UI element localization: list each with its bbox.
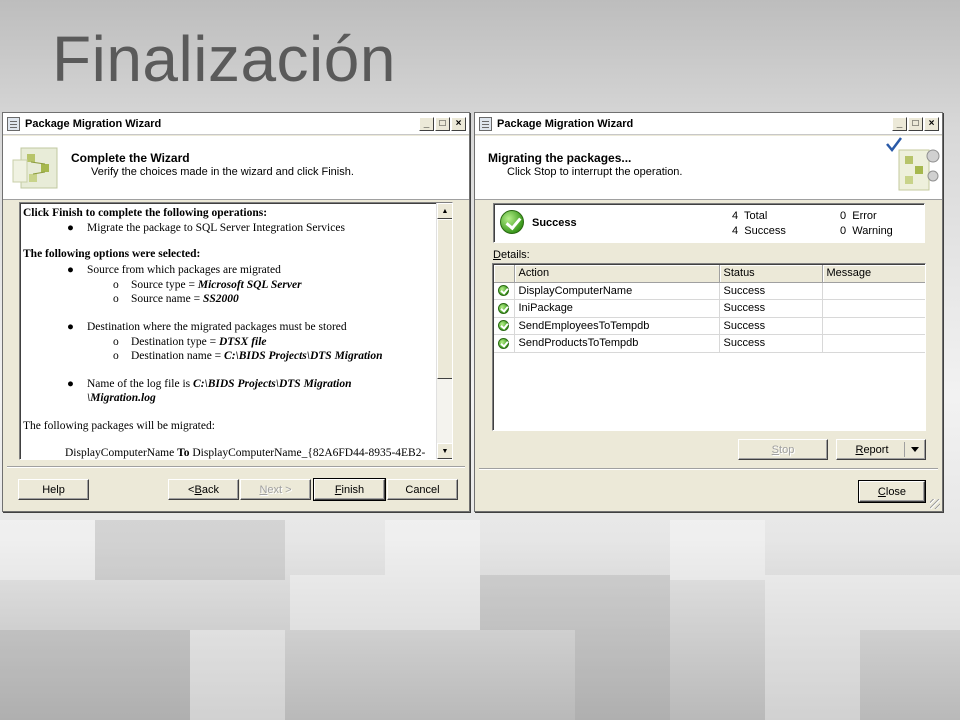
sub-bullet: o	[113, 293, 119, 305]
scroll-thumb[interactable]	[437, 219, 452, 379]
success-check-icon	[498, 285, 510, 297]
help-button[interactable]: Help	[18, 479, 89, 500]
migrating-packages-dialog: Package Migration Wizard _ □ × Migrating…	[474, 112, 943, 512]
warning-count: 0 Warning	[840, 225, 893, 237]
scroll-down-arrow-icon[interactable]: ▼	[437, 443, 452, 459]
message-cell	[822, 282, 925, 300]
options-heading: The following options were selected:	[23, 248, 201, 260]
status-cell: Success	[719, 317, 823, 335]
back-button[interactable]: < Back	[168, 479, 239, 500]
total-count: 4 Total	[732, 210, 768, 222]
stop-button[interactable]: Stop	[738, 439, 828, 460]
header-title: Migrating the packages...	[488, 151, 632, 165]
bullet: ●	[67, 378, 74, 390]
source-item: Source from which packages are migrated	[87, 264, 281, 276]
sub-bullet: o	[113, 279, 119, 291]
table-row[interactable]: SendProductsToTempdb Success	[494, 334, 925, 353]
minimize-button[interactable]: _	[419, 116, 434, 131]
status-panel: Success 4 Total 4 Success 0 Error 0 Warn…	[493, 203, 925, 243]
header-title: Complete the Wizard	[71, 151, 190, 165]
message-cell	[822, 299, 925, 318]
status-cell: Success	[719, 282, 823, 300]
packages-heading: The following packages will be migrated:	[23, 420, 215, 432]
next-button[interactable]: Next >	[240, 479, 311, 500]
message-cell	[822, 334, 925, 353]
sub-bullet: o	[113, 336, 119, 348]
separator	[479, 468, 938, 470]
log-file-line-cont: \Migration.log	[87, 392, 156, 404]
success-count: 4 Success	[732, 225, 786, 237]
sub-bullet: o	[113, 350, 119, 362]
header-subtitle: Verify the choices made in the wizard an…	[91, 166, 354, 178]
close-window-button[interactable]: ×	[924, 116, 939, 131]
maximize-button[interactable]: □	[435, 116, 450, 131]
destination-name-line: Destination name = C:\BIDS Projects\DTS …	[131, 350, 383, 362]
status-cell: Success	[719, 299, 823, 318]
package-icon	[7, 116, 20, 131]
close-button[interactable]: Close	[858, 480, 926, 503]
error-count: 0 Error	[840, 210, 877, 222]
source-name-line: Source name = SS2000	[131, 293, 239, 305]
title-bar[interactable]: Package Migration Wizard _ □ ×	[3, 113, 469, 135]
title-bar[interactable]: Package Migration Wizard _ □ ×	[475, 113, 942, 135]
window-title: Package Migration Wizard	[25, 117, 162, 130]
complete-wizard-dialog: Package Migration Wizard _ □ × Complete …	[2, 112, 470, 512]
finish-button[interactable]: Finish	[313, 478, 386, 501]
destination-type-line: Destination type = DTSX file	[131, 336, 267, 348]
operation-item: Migrate the package to SQL Server Integr…	[87, 222, 345, 234]
details-grid[interactable]: Action Status Message DisplayComputerNam…	[492, 263, 926, 431]
action-cell: SendEmployeesToTempdb	[514, 317, 720, 335]
package-line: DisplayComputerName To DisplayComputerNa…	[65, 447, 426, 459]
wizard-header: Complete the Wizard Verify the choices m…	[3, 136, 469, 200]
bullet: ●	[67, 222, 74, 234]
package-icon	[479, 116, 492, 131]
action-cell: SendProductsToTempdb	[514, 334, 720, 353]
table-row[interactable]: IniPackage Success	[494, 299, 925, 318]
scroll-up-arrow-icon[interactable]: ▲	[437, 203, 452, 219]
dropdown-arrow-icon[interactable]	[911, 447, 919, 452]
report-button[interactable]: Report	[836, 439, 926, 460]
column-header-icon[interactable]	[494, 265, 515, 283]
column-header-action[interactable]: Action	[514, 265, 720, 283]
success-check-icon	[498, 337, 510, 349]
minimize-button[interactable]: _	[892, 116, 907, 131]
action-cell: DisplayComputerName	[514, 282, 720, 300]
destination-item: Destination where the migrated packages …	[87, 321, 347, 333]
message-cell	[822, 317, 925, 335]
slide-title: Finalización	[52, 23, 396, 95]
column-header-message[interactable]: Message	[822, 265, 925, 283]
column-header-status[interactable]: Status	[719, 265, 823, 283]
maximize-button[interactable]: □	[908, 116, 923, 131]
action-cell: IniPackage	[514, 299, 720, 318]
operations-heading: Click Finish to complete the following o…	[23, 207, 268, 219]
table-row[interactable]: SendEmployeesToTempdb Success	[494, 317, 925, 335]
separator	[7, 466, 465, 468]
log-file-line: Name of the log file is C:\BIDS Projects…	[87, 378, 352, 390]
success-check-icon	[500, 210, 524, 234]
migration-graphic-icon	[886, 137, 940, 191]
close-window-button[interactable]: ×	[451, 116, 466, 131]
resize-grip-icon[interactable]	[930, 499, 940, 509]
cancel-button[interactable]: Cancel	[387, 479, 458, 500]
success-check-icon	[498, 320, 510, 332]
summary-scrollbar[interactable]: ▲ ▼	[436, 203, 452, 459]
table-row[interactable]: DisplayComputerName Success	[494, 282, 925, 300]
source-type-line: Source type = Microsoft SQL Server	[131, 279, 302, 291]
bullet: ●	[67, 321, 74, 333]
status-cell: Success	[719, 334, 823, 353]
summary-textbox[interactable]: Click Finish to complete the following o…	[19, 202, 453, 460]
header-subtitle: Click Stop to interrupt the operation.	[507, 166, 683, 178]
bullet: ●	[67, 264, 74, 276]
window-title: Package Migration Wizard	[497, 117, 634, 130]
details-label: Details:	[493, 249, 530, 261]
status-text: Success	[532, 217, 577, 229]
wizard-graphic-icon	[12, 147, 58, 189]
wizard-header: Migrating the packages... Click Stop to …	[475, 136, 942, 200]
success-check-icon	[498, 302, 510, 314]
